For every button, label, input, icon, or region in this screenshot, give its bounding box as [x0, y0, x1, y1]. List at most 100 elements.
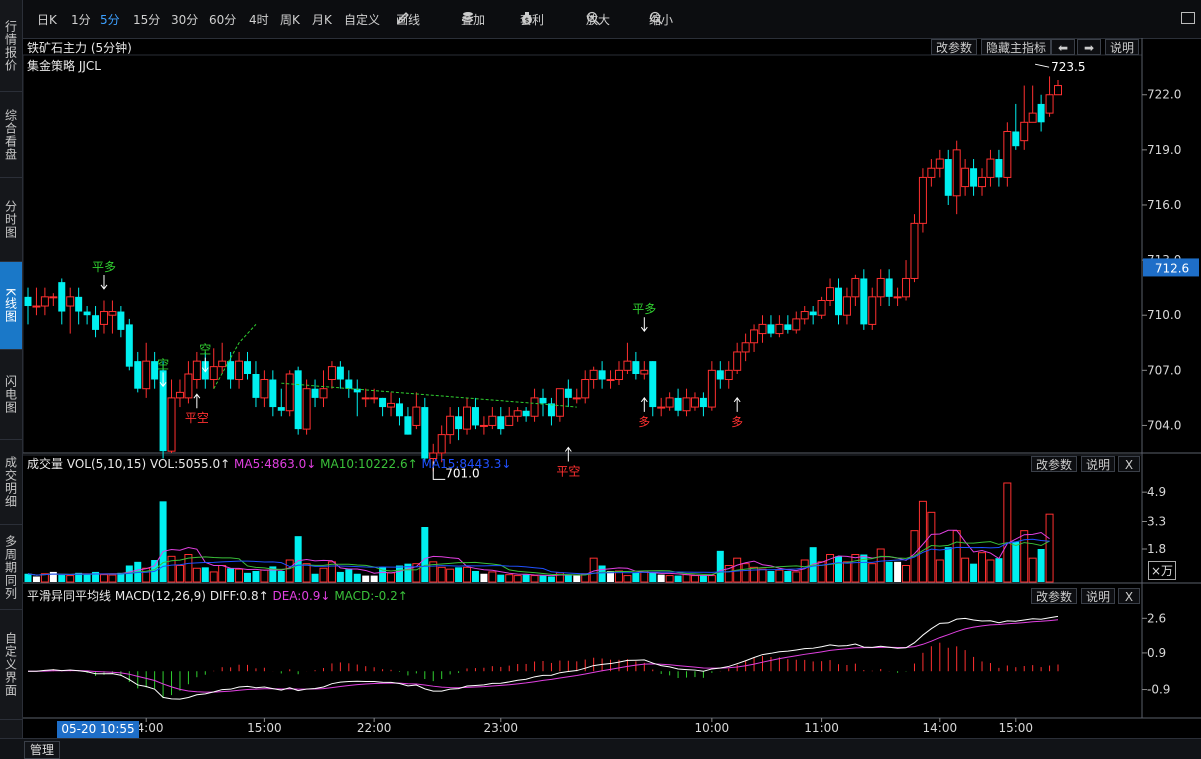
candle-body	[555, 388, 564, 417]
arrow-right-icon[interactable]: ➡	[1077, 39, 1101, 55]
candle-body	[674, 397, 682, 411]
volume-bar	[995, 558, 1003, 582]
candle-body	[117, 311, 125, 330]
candle-body	[750, 329, 759, 344]
volume-bar	[665, 575, 674, 583]
candle-body	[952, 149, 961, 197]
candle-body	[606, 379, 615, 382]
price-tick-label: 719.0	[1147, 143, 1181, 157]
high-price-label: 723.5	[1051, 60, 1085, 74]
candle-body	[175, 391, 184, 399]
macd-value: MACD:-0.2↑	[334, 589, 408, 603]
candle-body	[395, 403, 403, 417]
volume-header: 成交量 VOL(5,10,15) VOL:5055.0↑ MA5:4863.0↓…	[27, 455, 511, 472]
signal-arrow-up-icon	[640, 397, 648, 412]
current-time-marker: 05-20 10:55	[57, 721, 139, 738]
candle-body	[978, 176, 987, 188]
macd-dea: DEA:0.9↓	[272, 589, 331, 603]
strategy-label: 集金策略 JJCL	[27, 59, 101, 73]
candle-body	[1012, 131, 1020, 147]
main-params-button[interactable]: 改参数	[931, 39, 978, 55]
volume-bar	[209, 571, 218, 583]
volume-bar	[319, 567, 328, 583]
candle-body	[970, 168, 978, 187]
volume-bar	[83, 574, 91, 582]
candle-body	[1037, 103, 1045, 123]
candle-body	[834, 287, 842, 316]
hide-indicator-button[interactable]: 隐藏主指标	[981, 39, 1052, 55]
candle-body	[108, 311, 117, 316]
volume-bar	[395, 565, 403, 582]
candle-body	[876, 277, 885, 298]
candle-body	[345, 379, 353, 389]
candle-body	[99, 311, 108, 325]
candle-body	[66, 296, 75, 307]
volume-bar	[986, 559, 995, 583]
volume-bar	[311, 573, 319, 582]
candle-body	[927, 167, 936, 178]
volume-bar	[49, 571, 57, 582]
volume-bar	[530, 575, 539, 583]
candle-body	[311, 388, 319, 398]
volume-bar	[716, 550, 724, 582]
volume-params-button[interactable]: 改参数	[1031, 456, 1078, 472]
arrow-left-icon[interactable]: ⬅	[1051, 39, 1075, 55]
candle-body	[961, 167, 970, 188]
volume-bar	[657, 574, 665, 582]
candle-body	[817, 300, 826, 316]
volume-bar	[513, 575, 522, 583]
volume-bar	[244, 572, 252, 582]
manage-button[interactable]: 管理	[24, 741, 60, 759]
candle-body	[682, 397, 691, 412]
volume-bar	[860, 554, 868, 582]
candle-body	[598, 370, 606, 380]
main-help-button[interactable]: 说明	[1105, 39, 1140, 55]
candle-body	[665, 397, 674, 408]
candle-body	[868, 296, 877, 325]
volume-bar	[970, 563, 978, 582]
volume-help-button[interactable]: 说明	[1081, 456, 1116, 472]
volume-bar	[522, 574, 530, 582]
volume-bar	[1028, 557, 1037, 583]
candle-body	[497, 416, 505, 430]
volume-bar	[784, 571, 792, 582]
volume-bar	[463, 566, 472, 583]
volume-bar	[547, 576, 555, 582]
signal-arrow-down-icon	[100, 274, 108, 290]
volume-bar	[24, 573, 32, 582]
bottom-bar: 管理	[0, 738, 1201, 759]
volume-bar	[1003, 482, 1012, 583]
candle-body	[699, 397, 707, 408]
macd-help-button[interactable]: 说明	[1081, 588, 1116, 604]
volume-tick-label: 1.8	[1147, 542, 1166, 556]
chart-canvas[interactable]: 722.0719.0716.0713.0710.0707.0704.0712.6…	[0, 0, 1201, 758]
volume-bar	[446, 568, 455, 583]
candle-body	[167, 397, 176, 452]
candle-body	[471, 407, 479, 426]
candle-body	[522, 410, 530, 417]
volume-bar	[227, 568, 235, 582]
signal-label-0: 平多	[92, 260, 116, 274]
volume-bar	[277, 571, 285, 582]
candle-body	[235, 360, 244, 381]
candle-body	[125, 324, 133, 367]
high-marker-line	[1035, 63, 1050, 68]
time-axis-label: 11:00	[804, 721, 839, 735]
volume-close-icon[interactable]: X	[1118, 456, 1140, 472]
candle-body	[24, 296, 32, 307]
signal-label-5: 平多	[632, 302, 656, 316]
candle-body	[657, 406, 666, 409]
macd-params-button[interactable]: 改参数	[1031, 588, 1078, 604]
macd-diff: DIFF:0.8↑	[209, 589, 269, 603]
volume-bar	[649, 572, 657, 582]
macd-tick-label: -0.9	[1147, 683, 1170, 697]
macd-close-icon[interactable]: X	[1118, 588, 1140, 604]
macd-diff-line	[28, 615, 1059, 700]
candle-body	[294, 370, 302, 430]
candle-body	[479, 424, 488, 427]
candle-body	[192, 360, 201, 381]
candle-body	[277, 407, 285, 411]
volume-bar	[142, 567, 151, 583]
volume-bar	[497, 574, 505, 582]
volume-bar	[539, 575, 547, 582]
